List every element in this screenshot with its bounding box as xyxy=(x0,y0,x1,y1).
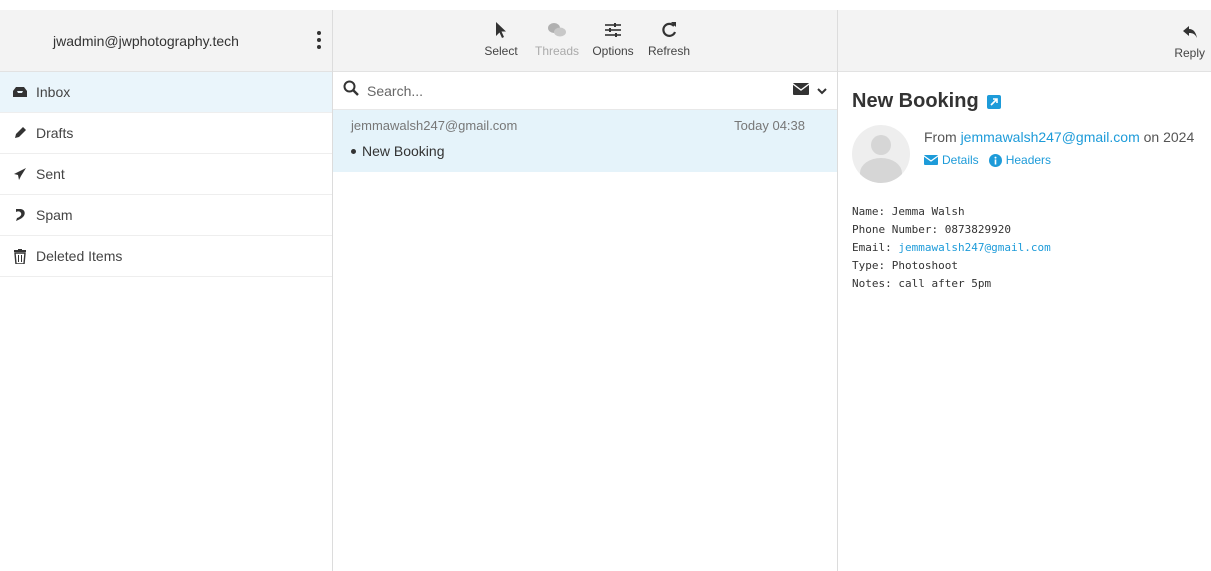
folder-sent[interactable]: Sent xyxy=(0,154,332,195)
folder-list: Inbox Drafts Sent Spam Deleted Items xyxy=(0,72,332,277)
message-date: Today 04:38 xyxy=(734,118,805,133)
avatar xyxy=(852,125,910,183)
headers-link[interactable]: Headers xyxy=(988,153,1052,167)
body-email-label: Email: xyxy=(852,241,892,254)
details-label: Details xyxy=(942,153,979,167)
folder-label: Inbox xyxy=(36,84,71,100)
cursor-icon xyxy=(495,16,507,44)
open-external-icon[interactable] xyxy=(986,94,1001,109)
inbox-icon xyxy=(12,84,28,100)
account-header: jwadmin@jwphotography.tech xyxy=(0,10,332,72)
search-bar xyxy=(333,72,837,110)
more-options-icon[interactable] xyxy=(314,28,324,54)
folder-drafts[interactable]: Drafts xyxy=(0,113,332,154)
folder-label: Spam xyxy=(36,207,73,223)
account-email[interactable]: jwadmin@jwphotography.tech xyxy=(0,10,292,72)
email-body: Name: Jemma Walsh Phone Number: 08738299… xyxy=(852,203,1197,293)
refresh-label: Refresh xyxy=(647,44,691,58)
message-row[interactable]: jemmawalsh247@gmail.com Today 04:38 New … xyxy=(333,110,837,172)
sliders-icon xyxy=(604,16,622,44)
unread-dot-icon xyxy=(351,149,356,154)
from-date: on 2024 xyxy=(1143,129,1195,145)
threads-label: Threads xyxy=(534,44,580,58)
reply-button[interactable]: Reply xyxy=(1174,18,1205,60)
reading-pane: Reply New Booking From jemmawalsh247@gma… xyxy=(838,10,1211,571)
message-list-panel: Select Threads Options Refresh Search...… xyxy=(333,10,838,571)
body-type: Type: Photoshoot xyxy=(852,259,958,272)
list-toolbar: Select Threads Options Refresh xyxy=(333,10,837,72)
threads-button[interactable]: Threads xyxy=(532,16,582,58)
paper-plane-icon xyxy=(12,166,28,182)
chevron-down-icon[interactable] xyxy=(817,82,827,100)
search-icon[interactable] xyxy=(343,80,359,101)
refresh-button[interactable]: Refresh xyxy=(644,16,694,58)
options-button[interactable]: Options xyxy=(588,16,638,58)
from-prefix: From xyxy=(924,129,957,145)
body-notes: Notes: call after 5pm xyxy=(852,277,992,290)
spam-icon xyxy=(12,207,28,223)
body-name: Name: Jemma Walsh xyxy=(852,205,965,218)
reply-icon xyxy=(1182,18,1198,46)
trash-icon xyxy=(12,248,28,264)
body-email-line: Email: jemmawalsh247@gmail.com xyxy=(852,239,1197,257)
refresh-icon xyxy=(660,16,678,44)
email-subject: New Booking xyxy=(852,90,979,112)
details-link[interactable]: Details xyxy=(924,153,979,167)
message-subject: New Booking xyxy=(362,143,445,159)
folder-deleted-items[interactable]: Deleted Items xyxy=(0,236,332,277)
info-icon xyxy=(988,153,1002,167)
folder-label: Drafts xyxy=(36,125,74,141)
body-email-link[interactable]: jemmawalsh247@gmail.com xyxy=(898,241,1050,254)
folder-inbox[interactable]: Inbox xyxy=(0,72,332,113)
envelope-icon xyxy=(924,155,938,165)
folder-label: Sent xyxy=(36,166,65,182)
pencil-icon xyxy=(12,125,28,141)
folder-panel: jwadmin@jwphotography.tech Inbox Drafts … xyxy=(0,10,333,571)
envelope-icon[interactable] xyxy=(792,82,810,100)
headers-label: Headers xyxy=(1005,153,1052,167)
from-line: From jemmawalsh247@gmail.com on 2024 xyxy=(924,129,1194,145)
search-input[interactable] xyxy=(365,81,793,100)
folder-label: Deleted Items xyxy=(36,248,123,264)
chat-bubbles-icon xyxy=(547,16,567,44)
select-label: Select xyxy=(484,44,518,58)
folder-spam[interactable]: Spam xyxy=(0,195,332,236)
select-button[interactable]: Select xyxy=(476,16,526,58)
reading-toolbar: Reply xyxy=(838,10,1211,72)
sender-email-link[interactable]: jemmawalsh247@gmail.com xyxy=(961,129,1140,145)
body-phone: Phone Number: 0873829920 xyxy=(852,223,1011,236)
reply-label: Reply xyxy=(1174,46,1205,60)
options-label: Options xyxy=(592,44,634,58)
